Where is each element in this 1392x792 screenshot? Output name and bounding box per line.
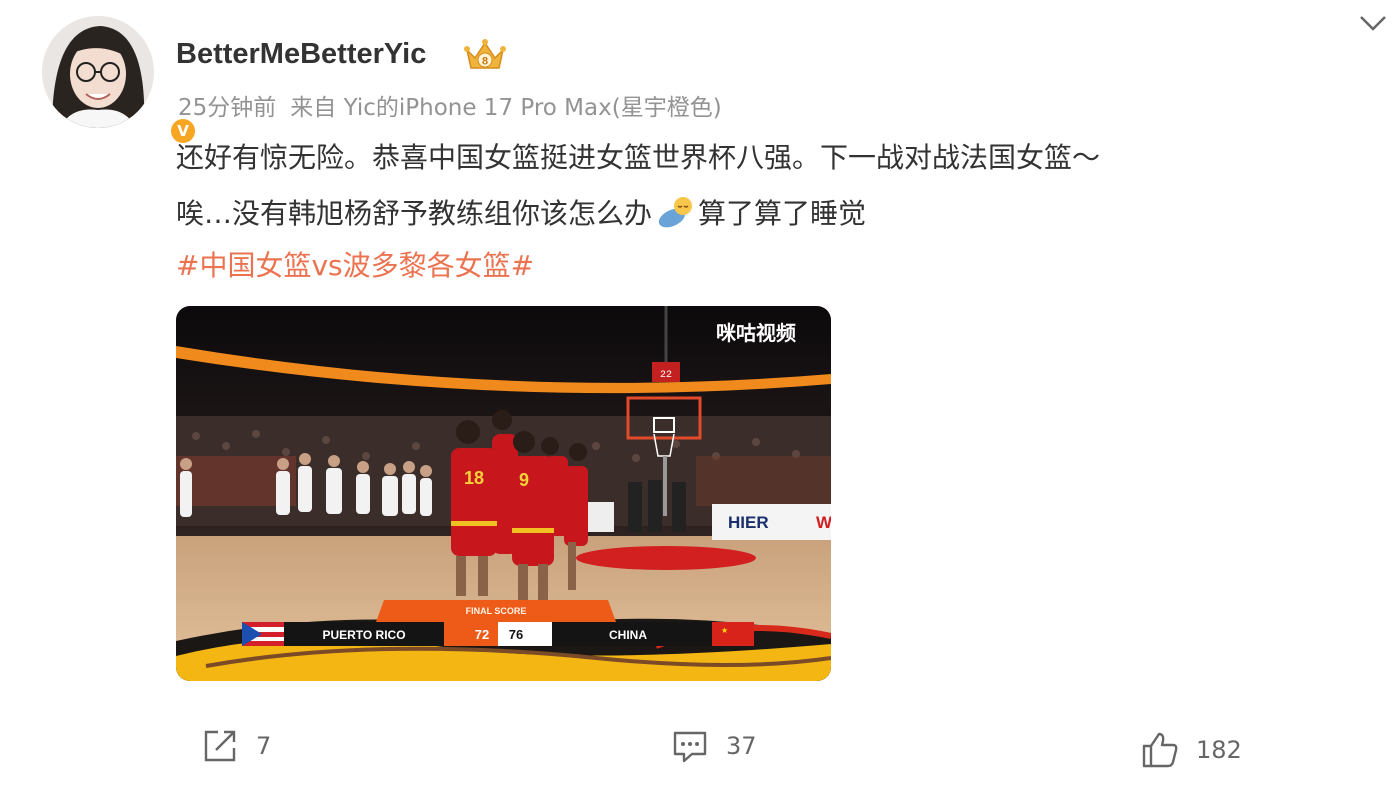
- like-count: 182: [1196, 736, 1242, 764]
- post-time[interactable]: 25分钟前: [178, 95, 276, 121]
- avatar-image: [42, 16, 154, 128]
- avatar[interactable]: V: [42, 16, 198, 146]
- post-text-line-2b: 算了算了睡觉: [698, 197, 867, 230]
- post-image[interactable]: 22 HIER W 18 9 FINAL SCORE PUERTO RICO 7…: [176, 306, 831, 681]
- score-right: 76: [509, 627, 523, 642]
- crown-level-icon[interactable]: 8: [464, 38, 506, 74]
- repost-button[interactable]: 7: [200, 724, 271, 768]
- post-source: 来自 Yic的iPhone 17 Pro Max(星宇橙色): [290, 95, 722, 121]
- post-text-line-2: 唉…没有韩旭杨舒予教练组你该怎么办 算了算了睡觉: [176, 186, 1296, 242]
- team-left-name: PUERTO RICO: [322, 628, 405, 642]
- post-text-line-2a: 唉…没有韩旭杨舒予教练组你该怎么办: [176, 197, 653, 230]
- score-left: 72: [475, 627, 489, 642]
- video-watermark: 咪咕视频: [716, 321, 796, 345]
- china-flag-star: ★: [721, 626, 728, 635]
- like-button[interactable]: 182: [1140, 728, 1242, 772]
- comment-count: 37: [726, 732, 757, 760]
- sponsor-partial-text: W: [816, 513, 831, 532]
- post-text-line-1: 还好有惊无险。恭喜中国女篮挺进女篮世界杯八强。下一战对战法国女篮～: [176, 141, 1101, 174]
- comment-button[interactable]: 37: [670, 724, 757, 768]
- crown-level-text: 8: [482, 56, 488, 68]
- repost-count: 7: [256, 732, 272, 760]
- post-meta: 25分钟前 来自 Yic的iPhone 17 Pro Max(星宇橙色): [178, 88, 722, 122]
- basketball-photo: 22 HIER W 18 9 FINAL SCORE PUERTO RICO 7…: [176, 306, 831, 681]
- shot-clock-text: 22: [660, 370, 672, 381]
- sponsor-text: HIER: [728, 513, 769, 532]
- thumbs-up-icon: [1142, 732, 1178, 768]
- sleep-emoji-icon: [658, 197, 693, 228]
- username-link[interactable]: BetterMeBetterYic: [176, 38, 426, 71]
- jersey-number-1: 18: [464, 468, 484, 488]
- topic-hashtag-link[interactable]: #中国女篮vs波多黎各女篮#: [176, 240, 534, 292]
- chevron-down-icon[interactable]: [1358, 12, 1388, 34]
- scoreboard-title: FINAL SCORE: [466, 606, 527, 616]
- post-text: 还好有惊无险。恭喜中国女篮挺进女篮世界杯八强。下一战对战法国女篮～ 唉…没有韩旭…: [176, 130, 1296, 242]
- jersey-number-2: 9: [519, 470, 529, 490]
- repost-icon: [204, 730, 236, 762]
- comment-icon: [673, 731, 707, 763]
- team-right-name: CHINA: [609, 628, 647, 642]
